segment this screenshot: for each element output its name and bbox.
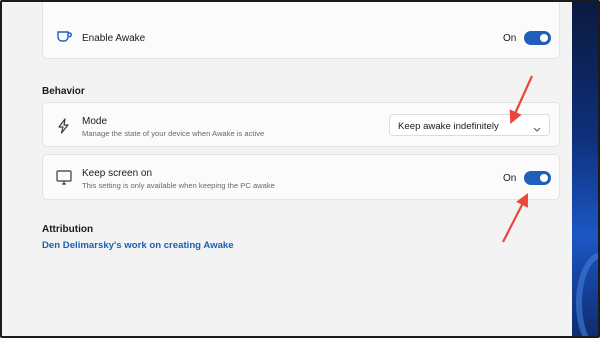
settings-window: Enable Awake On Behavior Mode Manage the…	[0, 0, 600, 338]
annotation-arrow-mode	[509, 75, 534, 125]
annotation-arrow-toggle	[502, 193, 529, 243]
annotation-arrows	[502, 75, 534, 243]
